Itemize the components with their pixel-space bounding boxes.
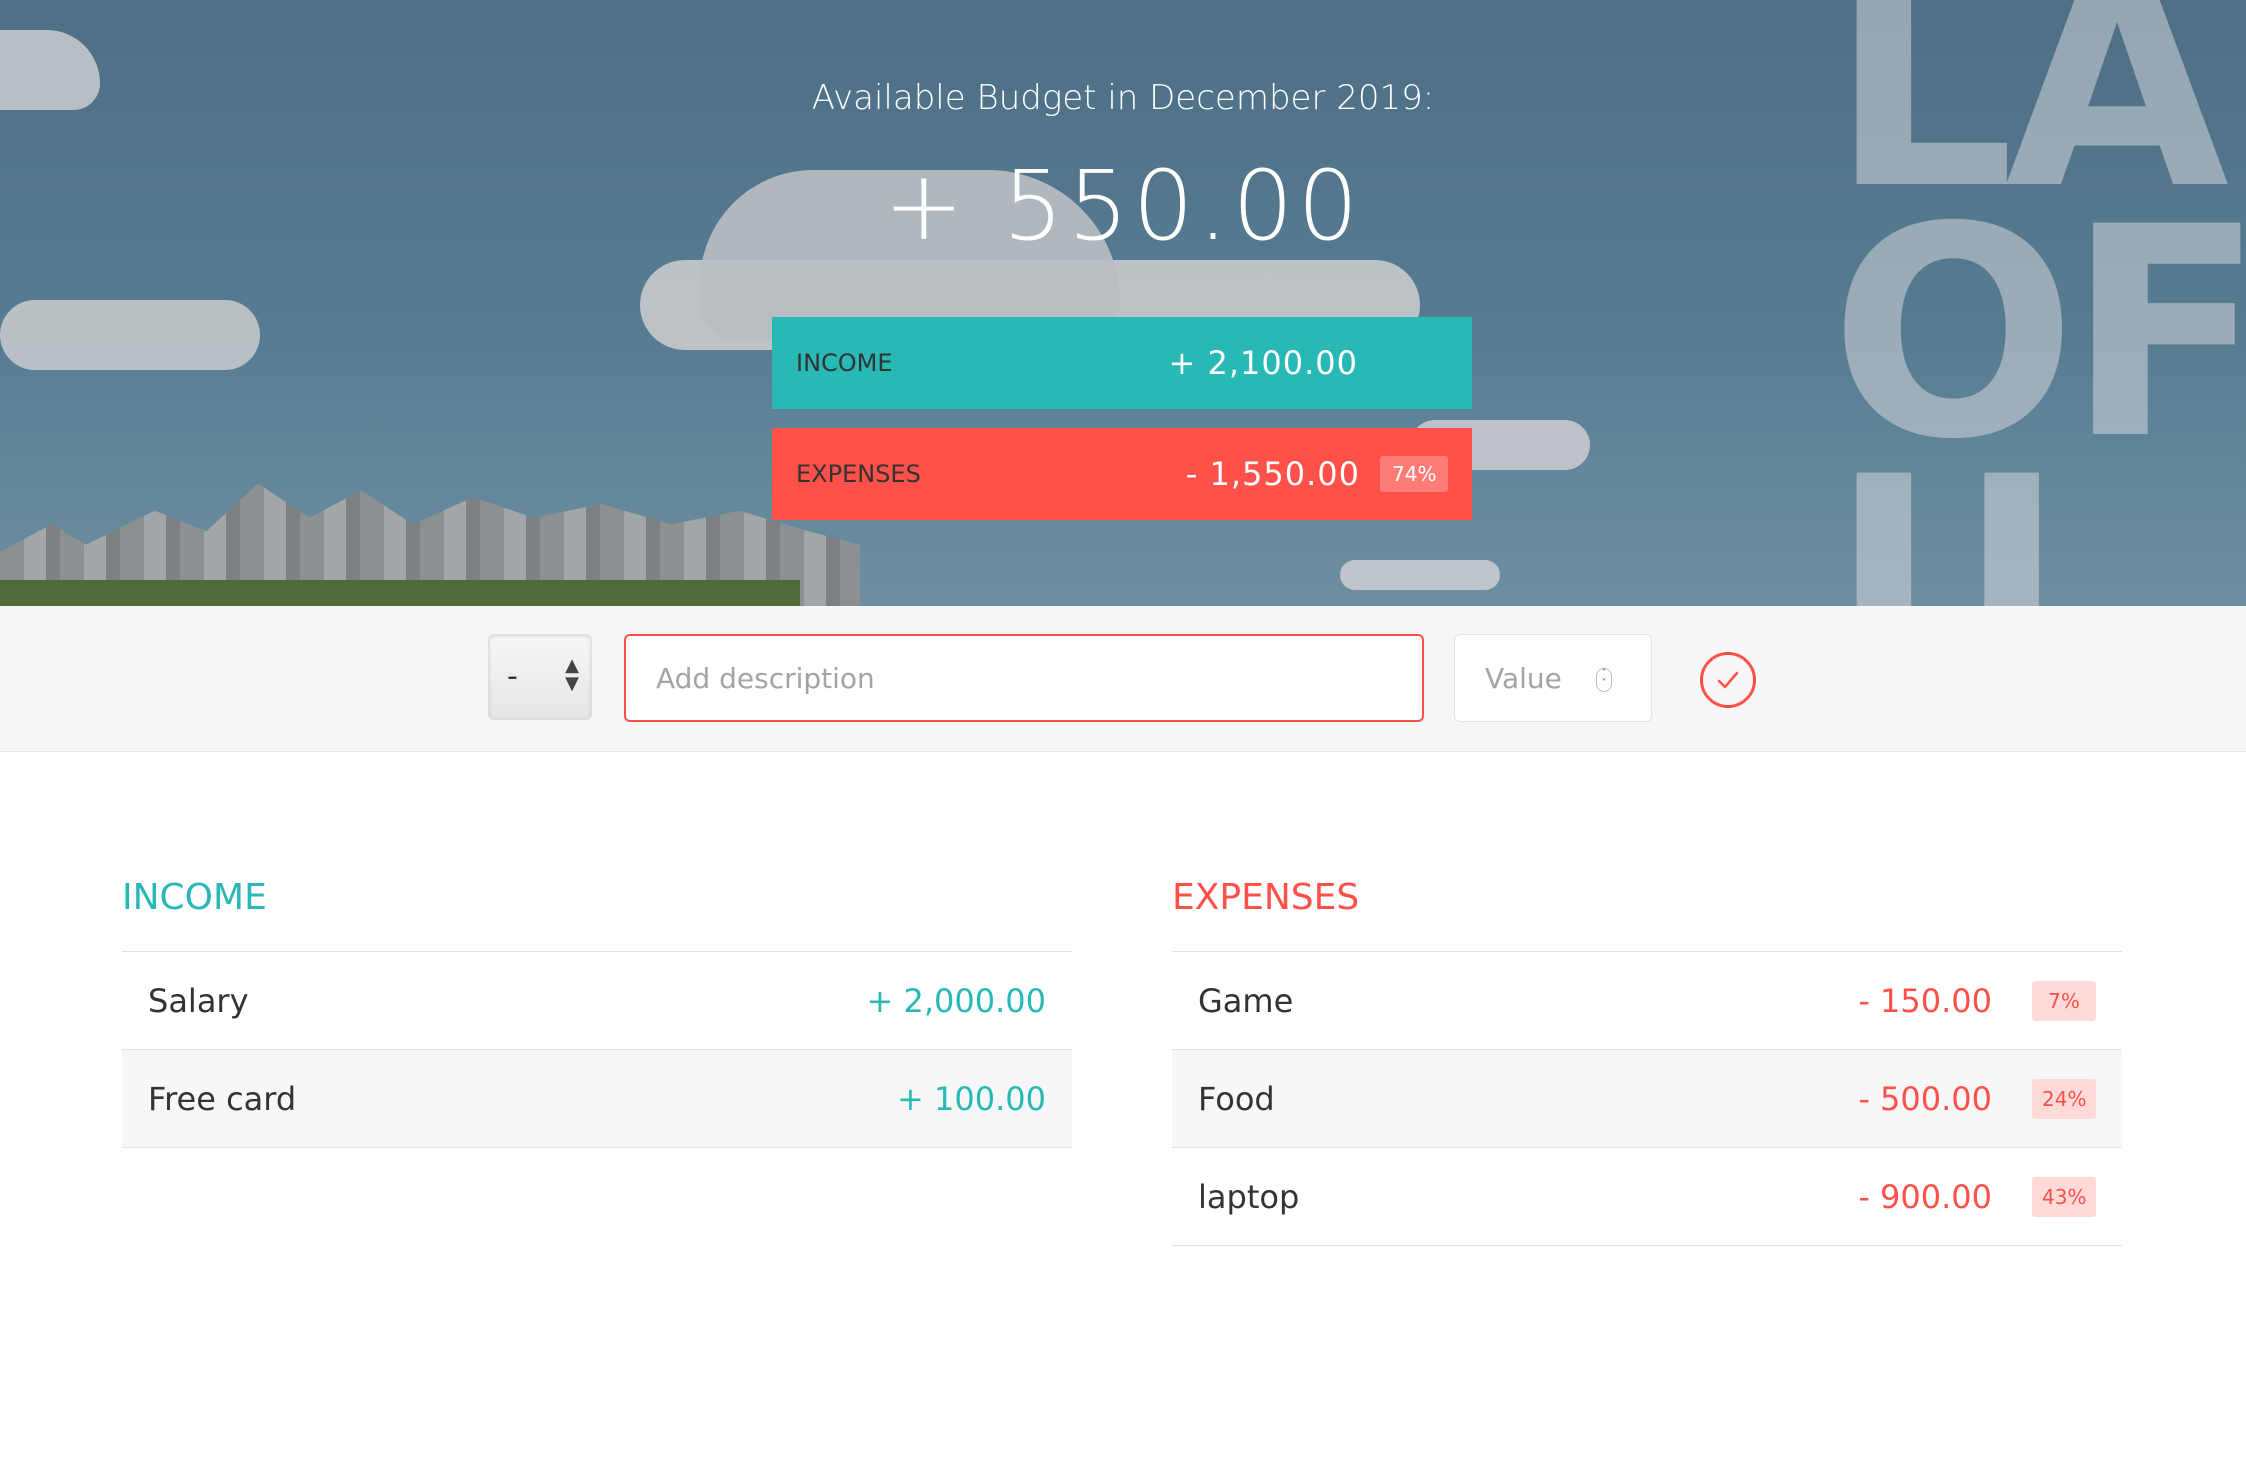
type-select-value: -	[507, 659, 518, 694]
item-value: - 500.00	[1858, 1079, 1992, 1118]
background-grass	[0, 580, 800, 606]
item-description: Free card	[148, 1079, 297, 1118]
item-value: - 150.00	[1858, 981, 1992, 1020]
income-list: INCOME Salary + 2,000.00 Free card + 100…	[122, 870, 1072, 1148]
item-value: - 900.00	[1858, 1177, 1992, 1216]
expenses-summary: EXPENSES - 1,550.00 74%	[772, 428, 1472, 520]
value-input[interactable]	[1454, 634, 1652, 722]
budget-value: + 550.00	[883, 150, 1363, 262]
expenses-summary-value: - 1,550.00	[1185, 455, 1360, 493]
expenses-list-title: EXPENSES	[1172, 870, 2122, 952]
income-item[interactable]: Salary + 2,000.00	[122, 952, 1072, 1050]
income-summary: INCOME + 2,100.00	[772, 317, 1472, 409]
item-percentage-badge: 24%	[2032, 1078, 2096, 1119]
item-description: Salary	[148, 981, 249, 1020]
item-percentage-badge: 43%	[2032, 1176, 2096, 1217]
income-list-title: INCOME	[122, 870, 1072, 952]
item-value: + 100.00	[897, 1079, 1046, 1118]
expense-item[interactable]: laptop - 900.00 43%	[1172, 1148, 2122, 1246]
background-cloud	[0, 300, 260, 370]
item-description: Food	[1198, 1079, 1275, 1118]
number-spinner-icon[interactable]: ˄ ˅	[1596, 668, 1612, 692]
description-input[interactable]	[624, 634, 1424, 722]
expense-item[interactable]: Game - 150.00 7%	[1172, 952, 2122, 1050]
budget-header: LA OF U Available Budget in December 2019…	[0, 0, 2246, 606]
expenses-summary-percentage: 74%	[1380, 456, 1448, 492]
expenses-list: EXPENSES Game - 150.00 7% Food - 500.00 …	[1172, 870, 2122, 1246]
income-summary-label: INCOME	[796, 349, 893, 377]
budget-title: Available Budget in December 2019:	[811, 78, 1435, 118]
select-arrows-icon: ▲ ▼	[565, 655, 579, 694]
expenses-summary-label: EXPENSES	[796, 460, 921, 488]
item-description: Game	[1198, 981, 1294, 1020]
type-select[interactable]: - ▲ ▼	[488, 634, 592, 720]
item-value: + 2,000.00	[866, 981, 1046, 1020]
add-item-bar: - ▲▼ ˄˅	[0, 606, 2246, 752]
expense-item[interactable]: Food - 500.00 24%	[1172, 1050, 2122, 1148]
background-cloud	[1340, 560, 1500, 590]
add-item-button[interactable]	[1700, 652, 1756, 708]
income-summary-value: + 2,100.00	[1168, 344, 1358, 382]
checkmark-icon	[1717, 671, 1739, 689]
item-percentage-badge: 7%	[2032, 980, 2096, 1021]
item-description: laptop	[1198, 1177, 1300, 1216]
income-item[interactable]: Free card + 100.00	[122, 1050, 1072, 1148]
